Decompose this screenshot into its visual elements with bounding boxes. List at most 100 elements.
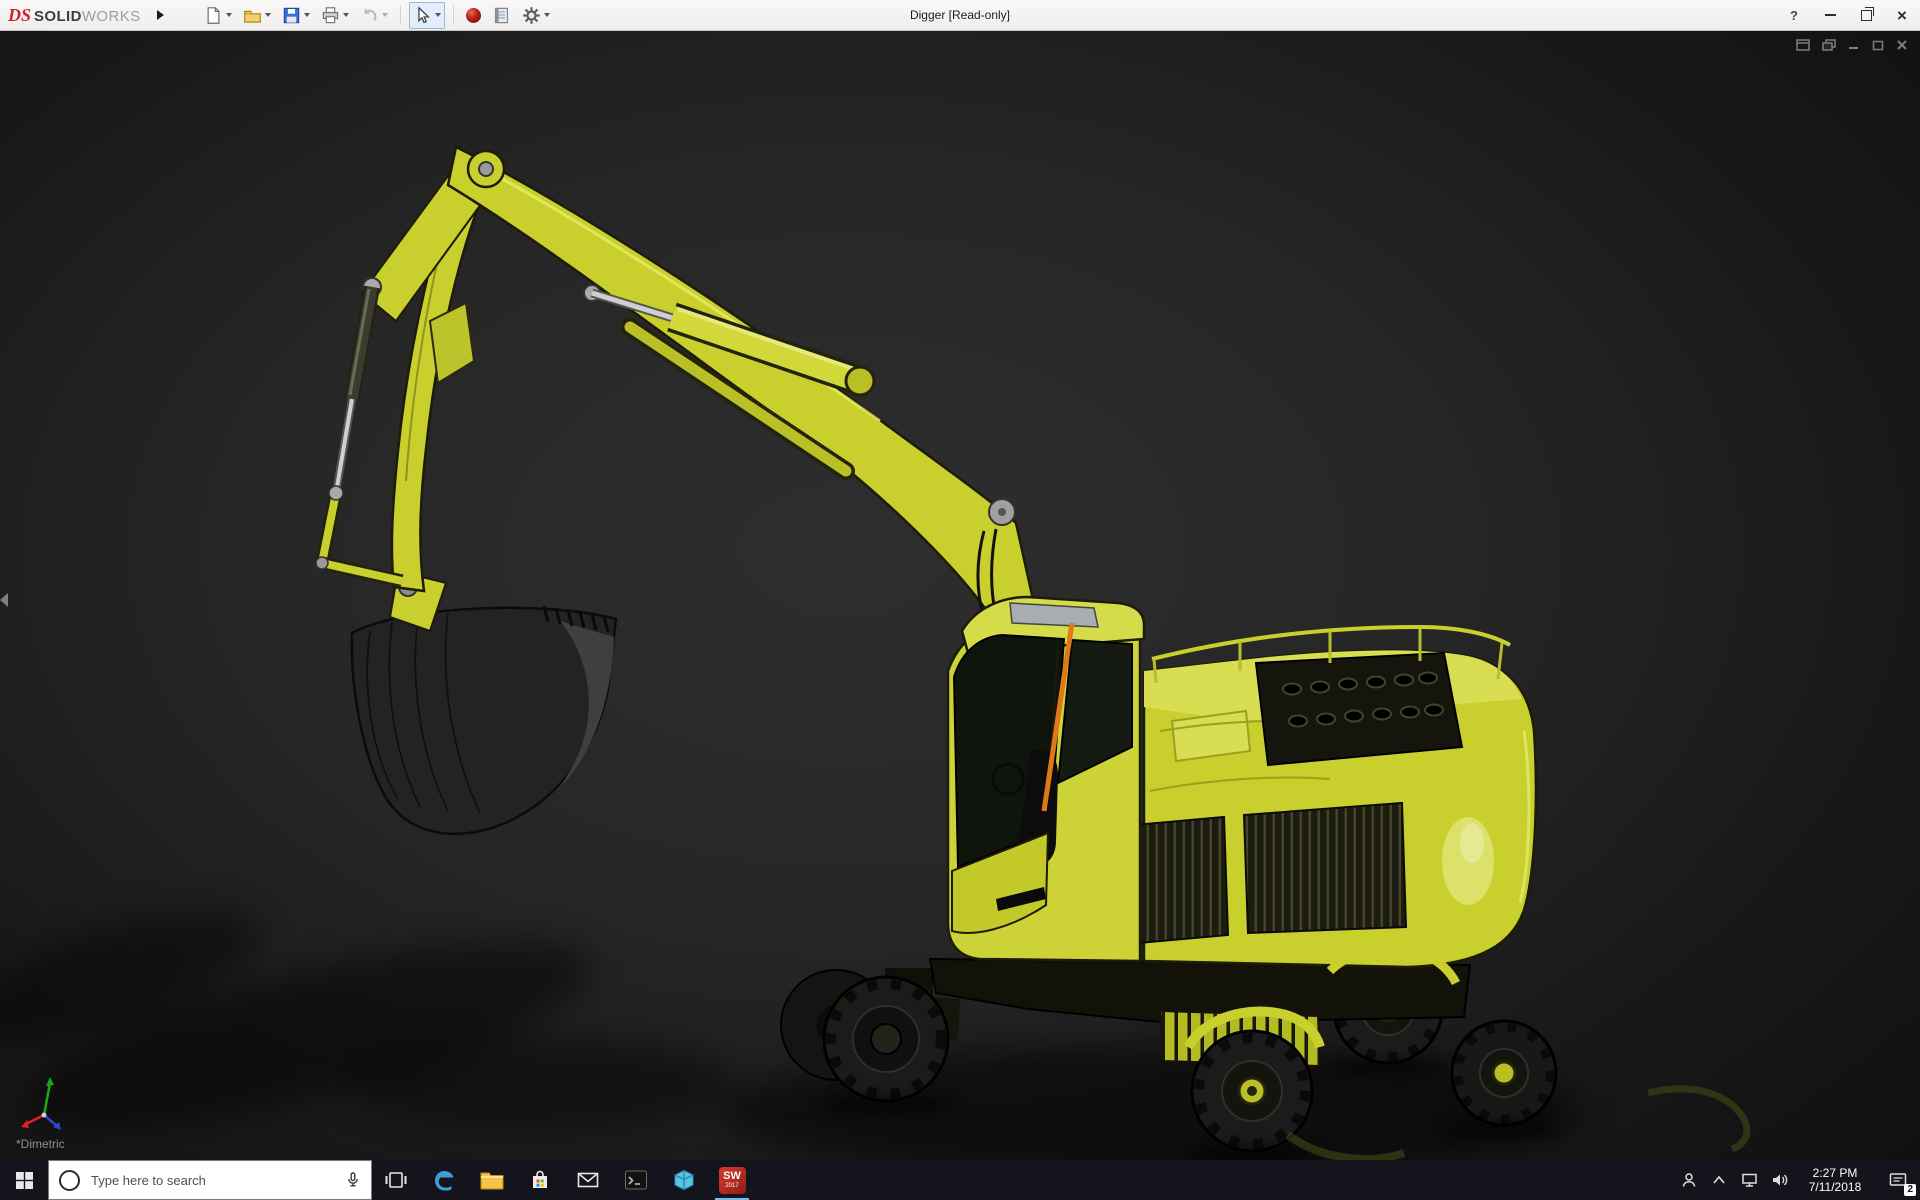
dropdown-caret-icon[interactable] xyxy=(382,13,388,17)
restore-button[interactable] xyxy=(1848,0,1884,30)
wheel-rear-right[interactable] xyxy=(1452,1021,1556,1125)
bucket[interactable] xyxy=(352,571,616,834)
ds-logo-icon: DS xyxy=(8,5,31,26)
start-button[interactable] xyxy=(0,1160,48,1200)
wheel-front-right[interactable] xyxy=(1192,1031,1312,1151)
save-button[interactable] xyxy=(278,2,314,29)
speaker-icon xyxy=(1771,1172,1788,1188)
options-button[interactable] xyxy=(518,2,554,29)
doc-close-button[interactable] xyxy=(1896,39,1908,51)
edge-icon xyxy=(432,1168,456,1192)
cab[interactable] xyxy=(948,597,1144,961)
minimize-button[interactable] xyxy=(1812,0,1848,30)
close-button[interactable]: × xyxy=(1884,0,1920,30)
new-document-button[interactable] xyxy=(200,2,236,29)
search-input[interactable] xyxy=(89,1172,336,1189)
open-folder-icon xyxy=(243,6,262,25)
dropdown-caret-icon[interactable] xyxy=(544,13,550,17)
doc-close-icon xyxy=(1896,39,1908,51)
store-button[interactable] xyxy=(516,1160,564,1200)
window-controls: ? × xyxy=(1776,0,1920,30)
wheel-front-left[interactable] xyxy=(824,977,948,1101)
toolbar-separator xyxy=(400,5,401,25)
graphics-viewport[interactable]: *Dimetric xyxy=(0,31,1920,1160)
stick-arm[interactable] xyxy=(362,153,492,591)
console-icon xyxy=(624,1169,648,1191)
bucket-cylinder[interactable] xyxy=(316,278,402,581)
clock-time: 2:27 PM xyxy=(1794,1166,1876,1180)
design-binder-button[interactable] xyxy=(488,2,515,29)
print-button[interactable] xyxy=(317,2,353,29)
side-vents xyxy=(1112,803,1406,945)
quick-toolbar xyxy=(200,2,554,29)
cascade-button[interactable] xyxy=(1822,39,1836,51)
edge-button[interactable] xyxy=(420,1160,468,1200)
appearance-button[interactable] xyxy=(462,2,485,29)
store-icon xyxy=(529,1169,551,1191)
doc-minimize-button[interactable] xyxy=(1848,39,1860,51)
toolbar-separator xyxy=(453,5,454,25)
menu-expand-arrow-icon[interactable] xyxy=(157,10,164,20)
3d-viewer-button[interactable] xyxy=(660,1160,708,1200)
doc-restore-button[interactable] xyxy=(1872,39,1884,51)
brand-solid: SOLID xyxy=(34,8,82,25)
undo-button[interactable] xyxy=(356,2,392,29)
clock-date: 7/11/2018 xyxy=(1794,1180,1876,1194)
windows-logo-icon xyxy=(16,1172,33,1189)
dropdown-caret-icon[interactable] xyxy=(304,13,310,17)
select-cursor-icon xyxy=(413,6,432,25)
task-view-icon xyxy=(385,1171,407,1189)
excavator-model[interactable] xyxy=(0,31,1920,1160)
action-center-button[interactable]: 2 xyxy=(1876,1160,1920,1200)
document-window-controls xyxy=(1796,39,1908,51)
people-button[interactable] xyxy=(1674,1160,1704,1200)
dropdown-caret-icon[interactable] xyxy=(343,13,349,17)
new-window-icon xyxy=(1796,39,1810,51)
solidworks-taskbar-button[interactable]: SW 2017 xyxy=(708,1160,756,1200)
new-window-button[interactable] xyxy=(1796,39,1810,51)
volume-button[interactable] xyxy=(1764,1160,1794,1200)
appearance-sphere-icon xyxy=(466,8,481,23)
mail-icon xyxy=(577,1171,599,1189)
brand-works: WORKS xyxy=(82,8,141,25)
taskbar: SW 2017 xyxy=(0,1160,1920,1200)
show-hidden-icons-button[interactable] xyxy=(1704,1160,1734,1200)
engine-housing[interactable] xyxy=(1112,627,1536,967)
task-view-button[interactable] xyxy=(372,1160,420,1200)
help-icon: ? xyxy=(1790,8,1798,23)
save-icon xyxy=(282,6,301,25)
3d-viewer-icon xyxy=(673,1169,695,1191)
mail-button[interactable] xyxy=(564,1160,612,1200)
chevron-up-icon xyxy=(1712,1174,1726,1186)
design-binder-icon xyxy=(492,6,511,25)
help-button[interactable]: ? xyxy=(1776,0,1812,30)
open-button[interactable] xyxy=(239,2,275,29)
dropdown-caret-icon[interactable] xyxy=(226,13,232,17)
console-button[interactable] xyxy=(612,1160,660,1200)
close-icon: × xyxy=(1897,7,1907,24)
cortana-icon[interactable] xyxy=(59,1170,80,1191)
select-button[interactable] xyxy=(409,2,445,29)
dropdown-caret-icon[interactable] xyxy=(265,13,271,17)
dropdown-caret-icon[interactable] xyxy=(435,13,441,17)
doc-restore-icon xyxy=(1872,39,1884,51)
window-title: Digger [Read-only] xyxy=(910,8,1010,22)
file-explorer-button[interactable] xyxy=(468,1160,516,1200)
engine-grille xyxy=(1256,653,1462,765)
file-explorer-icon xyxy=(480,1170,504,1190)
doc-minimize-icon xyxy=(1848,39,1860,51)
minimize-icon xyxy=(1825,14,1836,16)
print-icon xyxy=(321,6,340,25)
taskbar-search[interactable] xyxy=(48,1160,372,1200)
solidworks-logo: DS SOLID WORKS xyxy=(8,5,141,26)
microphone-icon[interactable] xyxy=(345,1172,361,1188)
ethernet-icon xyxy=(1741,1172,1758,1188)
network-button[interactable] xyxy=(1734,1160,1764,1200)
taskbar-clock[interactable]: 2:27 PM 7/11/2018 xyxy=(1794,1166,1876,1194)
orientation-triad-icon xyxy=(20,1073,96,1139)
boom-arm[interactable] xyxy=(448,147,1040,631)
person-icon xyxy=(1681,1172,1697,1188)
restore-icon xyxy=(1861,10,1872,21)
cascade-icon xyxy=(1822,39,1836,51)
panel-flyout-arrow-icon[interactable] xyxy=(0,593,8,607)
